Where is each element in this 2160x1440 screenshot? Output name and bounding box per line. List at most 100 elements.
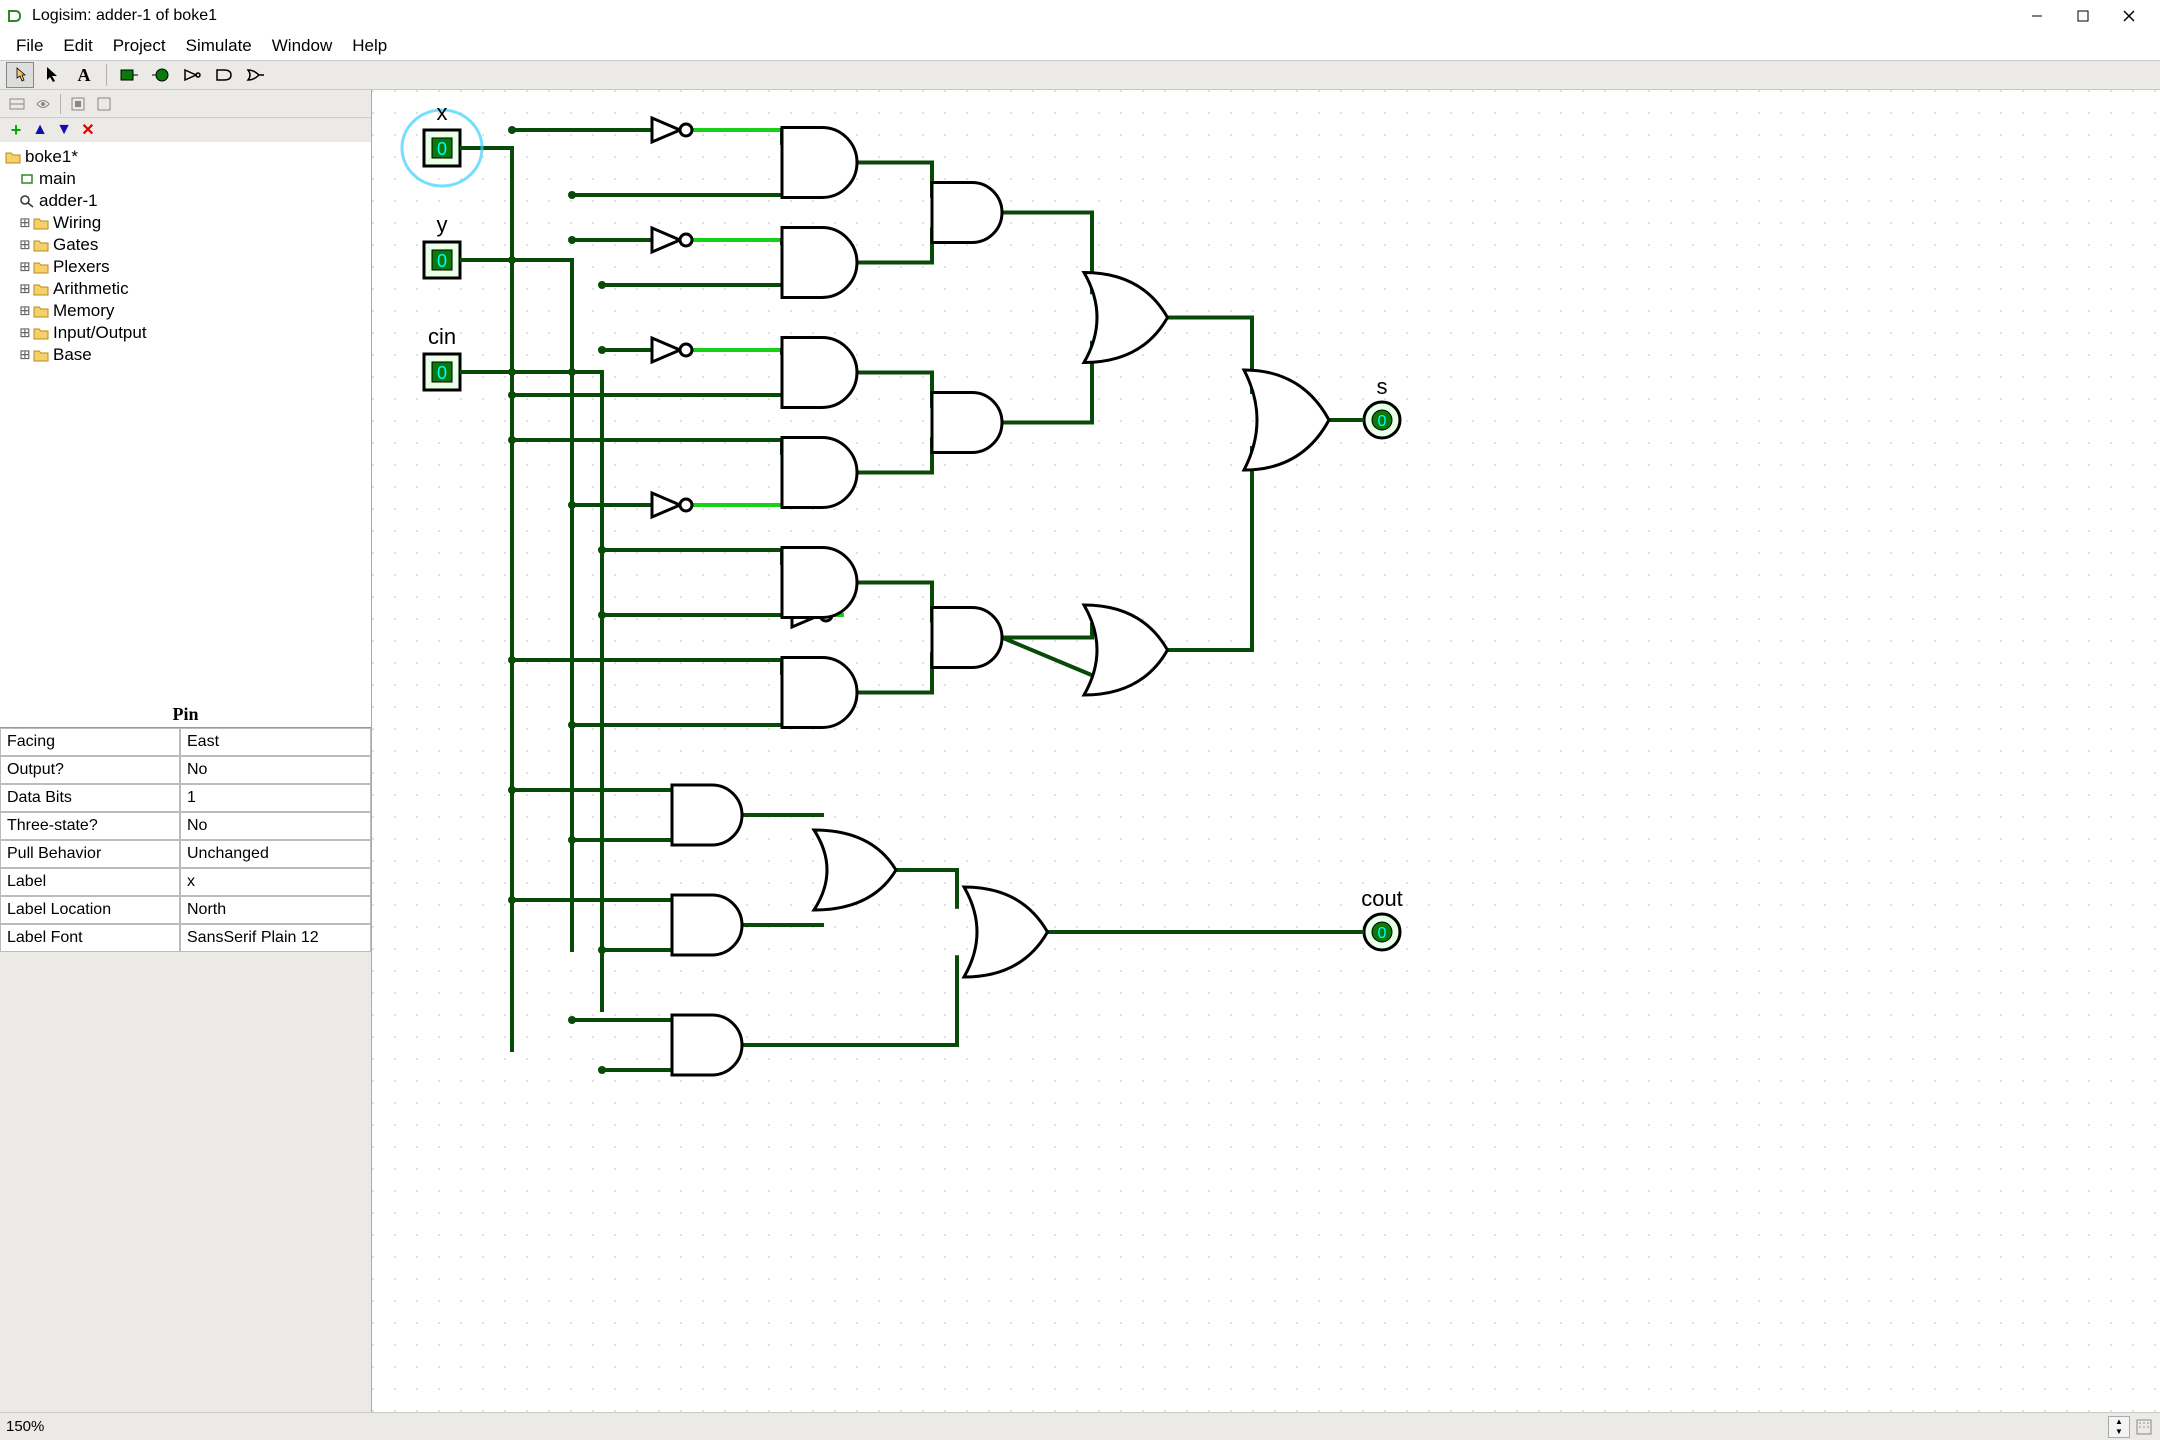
zoom-stepper[interactable]: ▲▼ xyxy=(2104,1416,2154,1438)
input-pin-button[interactable] xyxy=(115,62,143,88)
expand-icon[interactable]: ⊞ xyxy=(18,279,32,299)
tree-lib-label: Input/Output xyxy=(53,323,147,343)
property-table[interactable]: FacingEast Output?No Data Bits1 Three-st… xyxy=(0,728,371,952)
property-pane: Pin FacingEast Output?No Data Bits1 Thre… xyxy=(0,702,371,1412)
tree-lib-label: Gates xyxy=(53,235,98,255)
expand-icon[interactable]: ⊞ xyxy=(18,257,32,277)
expand-icon[interactable]: ⊞ xyxy=(18,213,32,233)
tree-item-adder-1[interactable]: adder-1 xyxy=(0,190,371,212)
zoom-level: 150% xyxy=(6,1418,44,1435)
folder-icon xyxy=(32,259,50,275)
menu-help[interactable]: Help xyxy=(342,36,397,56)
poke-tool-button[interactable] xyxy=(6,62,34,88)
menu-window[interactable]: Window xyxy=(262,36,342,56)
and-gate-button[interactable] xyxy=(211,62,239,88)
sim-step-button[interactable] xyxy=(92,92,116,116)
layout-view-button[interactable] xyxy=(5,92,29,116)
prop-val[interactable]: North xyxy=(180,896,371,924)
statusbar: 150% ▲▼ xyxy=(0,1412,2160,1440)
toolbar-project xyxy=(0,90,371,118)
folder-icon xyxy=(32,325,50,341)
maximize-button[interactable] xyxy=(2060,0,2106,32)
prop-key: Pull Behavior xyxy=(0,840,180,868)
appearance-view-button[interactable] xyxy=(31,92,55,116)
pin-label: cin xyxy=(428,324,456,349)
project-tree[interactable]: boke1* main adder-1 ⊞ Wiring ⊞ Gates ⊞ xyxy=(0,142,371,702)
svg-text:0: 0 xyxy=(437,363,447,383)
tree-item-label: main xyxy=(39,169,76,189)
pin-label: x xyxy=(437,100,448,125)
tree-item-main[interactable]: main xyxy=(0,168,371,190)
toolbar-edit: + ▲ ▼ ✕ xyxy=(0,118,371,142)
pin-label: s xyxy=(1377,374,1388,399)
pin-label: y xyxy=(437,212,448,237)
expand-icon[interactable]: ⊞ xyxy=(18,235,32,255)
menubar: File Edit Project Simulate Window Help xyxy=(0,32,2160,60)
svg-text:0: 0 xyxy=(437,251,447,271)
svg-text:0: 0 xyxy=(1378,925,1387,942)
tree-project[interactable]: boke1* xyxy=(0,146,371,168)
add-circuit-button[interactable]: + xyxy=(4,119,28,141)
zoom-up-icon[interactable]: ▲ xyxy=(2109,1417,2129,1427)
prop-val[interactable]: No xyxy=(180,812,371,840)
circuit-icon xyxy=(18,171,36,187)
titlebar: Logisim: adder-1 of boke1 xyxy=(0,0,2160,32)
tree-item-label: adder-1 xyxy=(39,191,98,211)
pin-label: cout xyxy=(1361,886,1403,911)
tree-lib-label: Memory xyxy=(53,301,114,321)
window-title: Logisim: adder-1 of boke1 xyxy=(32,7,217,25)
sim-enable-button[interactable] xyxy=(66,92,90,116)
expand-icon[interactable]: ⊞ xyxy=(18,301,32,321)
menu-edit[interactable]: Edit xyxy=(53,36,102,56)
prop-val[interactable]: East xyxy=(180,728,371,756)
minimize-button[interactable] xyxy=(2014,0,2060,32)
tree-lib-arithmetic[interactable]: ⊞ Arithmetic xyxy=(0,278,371,300)
circuit-canvas[interactable]: 0 0 0 0 0 x y cin s cout xyxy=(372,90,2160,1412)
folder-icon xyxy=(32,215,50,231)
expand-icon[interactable]: ⊞ xyxy=(18,345,32,365)
tree-lib-io[interactable]: ⊞ Input/Output xyxy=(0,322,371,344)
output-pin-button[interactable] xyxy=(147,62,175,88)
tree-lib-base[interactable]: ⊞ Base xyxy=(0,344,371,366)
folder-icon xyxy=(32,237,50,253)
magnifier-icon xyxy=(18,193,36,209)
menu-simulate[interactable]: Simulate xyxy=(176,36,262,56)
prop-val[interactable]: SansSerif Plain 12 xyxy=(180,924,371,952)
property-title: Pin xyxy=(0,702,371,728)
prop-val[interactable]: 1 xyxy=(180,784,371,812)
tree-project-label: boke1* xyxy=(25,147,78,167)
zoom-down-icon[interactable]: ▼ xyxy=(2109,1427,2129,1437)
prop-key: Label Font xyxy=(0,924,180,952)
left-panel: + ▲ ▼ ✕ boke1* main adder-1 ⊞ Wiring xyxy=(0,90,372,1412)
or-gate-button[interactable] xyxy=(243,62,271,88)
move-up-button[interactable]: ▲ xyxy=(28,119,52,141)
tree-lib-memory[interactable]: ⊞ Memory xyxy=(0,300,371,322)
svg-text:0: 0 xyxy=(1378,413,1387,430)
prop-key: Data Bits xyxy=(0,784,180,812)
tree-lib-label: Plexers xyxy=(53,257,110,277)
tree-lib-plexers[interactable]: ⊞ Plexers xyxy=(0,256,371,278)
not-gate-button[interactable] xyxy=(179,62,207,88)
prop-val[interactable]: No xyxy=(180,756,371,784)
folder-icon xyxy=(32,347,50,363)
menu-file[interactable]: File xyxy=(6,36,53,56)
prop-val[interactable]: x xyxy=(180,868,371,896)
prop-key: Label Location xyxy=(0,896,180,924)
expand-icon[interactable]: ⊞ xyxy=(18,323,32,343)
prop-key: Label xyxy=(0,868,180,896)
folder-icon xyxy=(32,303,50,319)
folder-icon xyxy=(32,281,50,297)
text-tool-button[interactable]: A xyxy=(70,62,98,88)
tree-lib-label: Base xyxy=(53,345,92,365)
delete-button[interactable]: ✕ xyxy=(76,119,100,141)
close-button[interactable] xyxy=(2106,0,2152,32)
svg-text:0: 0 xyxy=(437,139,447,159)
prop-val[interactable]: Unchanged xyxy=(180,840,371,868)
folder-icon xyxy=(4,149,22,165)
move-down-button[interactable]: ▼ xyxy=(52,119,76,141)
prop-key: Facing xyxy=(0,728,180,756)
select-tool-button[interactable] xyxy=(38,62,66,88)
tree-lib-gates[interactable]: ⊞ Gates xyxy=(0,234,371,256)
tree-lib-wiring[interactable]: ⊞ Wiring xyxy=(0,212,371,234)
menu-project[interactable]: Project xyxy=(103,36,176,56)
